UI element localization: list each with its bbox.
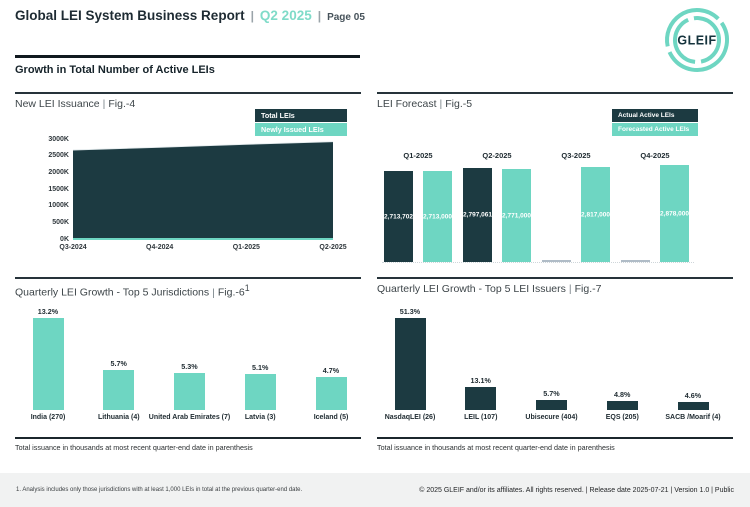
- fig5-bar-placeholder: [542, 260, 571, 262]
- fig7-value-label: 4.6%: [668, 391, 718, 400]
- fig4-y-tick: 3000K: [23, 136, 69, 143]
- footnote-text: 1. Analysis includes only those jurisdic…: [16, 487, 302, 493]
- legend-label: Newly Issued LEIs: [261, 125, 324, 134]
- fig4-y-tick: 500K: [23, 219, 69, 226]
- header-separator: |: [251, 9, 254, 23]
- fig7-value-label: 5.7%: [527, 389, 577, 398]
- fig5-bar-group: Q1-2025 2,713,702 2,713,000: [384, 151, 452, 262]
- fig5-bar-value: 2,817,000: [581, 211, 610, 218]
- fig5-quarter-label: Q2-2025: [463, 151, 531, 160]
- header-separator: |: [318, 9, 321, 23]
- fig5-bar-forecast: 2,878,000: [660, 165, 689, 262]
- fig4-y-tick: 1000K: [23, 202, 69, 209]
- fig6-bar: [245, 374, 276, 410]
- fig5-bar-group: Q3-2025 2,817,000: [542, 151, 610, 262]
- gleif-logo-rings: GLEIF: [663, 6, 731, 74]
- panel-rule: [377, 277, 733, 279]
- panel-fig4: New LEI Issuance|Fig.-4 Total LEIs Newly…: [15, 92, 361, 274]
- fig5-bar-forecast: 2,771,000: [502, 169, 531, 262]
- panel-bottom-rule: [377, 437, 733, 439]
- fig6-bar: [174, 373, 205, 410]
- gleif-logo-text: GLEIF: [677, 34, 716, 48]
- legend-label: Total LEIs: [261, 111, 295, 120]
- fig5-quarter-label: Q1-2025: [384, 151, 452, 160]
- fig4-y-tick: 1500K: [23, 186, 69, 193]
- fig6-footnote-marker: 1: [245, 283, 250, 293]
- fig7-bar: [607, 401, 638, 410]
- fig5-bar-forecast: 2,817,000: [581, 167, 610, 262]
- fig5-legend-actual: Actual Active LEIs: [612, 109, 698, 122]
- copyright-text: © 2025 GLEIF and/or its affiliates. All …: [419, 487, 734, 494]
- fig4-x-tick: Q4-2024: [130, 244, 190, 251]
- fig4-y-tick: 0K: [23, 236, 69, 243]
- page-number: Page 05: [327, 12, 365, 23]
- fig5-bar-placeholder: [621, 260, 650, 262]
- fig7-note: Total issuance in thousands at most rece…: [377, 443, 615, 452]
- fig7-bar: [395, 318, 426, 410]
- fig6-value-label: 5.7%: [94, 359, 144, 368]
- fig5-bar-actual: 2,797,061: [463, 168, 492, 262]
- report-header: Global LEI System Business Report | Q2 2…: [15, 8, 365, 23]
- panel-rule: [377, 92, 733, 94]
- fig6-value-label: 13.2%: [23, 307, 73, 316]
- fig5-bar-actual: 2,713,702: [384, 171, 413, 262]
- fig7-value-label: 51.3%: [385, 307, 435, 316]
- fig4-legend-total: Total LEIs: [255, 109, 347, 122]
- fig4-x-tick: Q2-2025: [303, 244, 363, 251]
- fig5-title: LEI Forecast|Fig.-5: [377, 98, 472, 110]
- fig7-title: Quarterly LEI Growth - Top 5 LEI Issuers…: [377, 283, 601, 295]
- fig4-title: New LEI Issuance|Fig.-4: [15, 98, 135, 110]
- fig6-value-label: 4.7%: [306, 366, 356, 375]
- fig4-area-0: [73, 142, 333, 240]
- panel-fig5: LEI Forecast|Fig.-5 Actual Active LEIs F…: [377, 92, 733, 274]
- fig5-legend-forecast: Forecasted Active LEIs: [612, 123, 698, 136]
- fig7-bar: [536, 400, 567, 410]
- fig5-quarter-label: Q3-2025: [542, 151, 610, 160]
- panel-bottom-rule: [15, 437, 361, 439]
- fig7-value-label: 13.1%: [456, 376, 506, 385]
- fig7-bar: [678, 402, 709, 410]
- fig6-bar: [103, 370, 134, 410]
- fig6-bar: [316, 377, 347, 410]
- header-rule: [15, 55, 360, 58]
- fig4-x-tick: Q3-2024: [43, 244, 103, 251]
- fig5-baseline: [382, 262, 694, 263]
- fig7-bar: [465, 387, 496, 410]
- report-page: Global LEI System Business Report | Q2 2…: [0, 0, 750, 507]
- fig5-bar-group: Q4-2025 2,878,000: [621, 151, 689, 262]
- fig5-bar-value: 2,797,061: [463, 212, 492, 219]
- fig5-bar-value: 2,713,702: [384, 213, 413, 220]
- fig5-bar-group: Q2-2025 2,797,061 2,771,000: [463, 151, 531, 262]
- fig4-y-tick: 2500K: [23, 152, 69, 159]
- panel-rule: [15, 277, 361, 279]
- legend-label: Actual Active LEIs: [618, 112, 674, 119]
- fig6-title: Quarterly LEI Growth - Top 5 Jurisdictio…: [15, 283, 250, 299]
- fig6-note: Total issuance in thousands at most rece…: [15, 443, 253, 452]
- panel-fig6: Quarterly LEI Growth - Top 5 Jurisdictio…: [15, 277, 361, 457]
- fig4-y-tick: 2000K: [23, 169, 69, 176]
- fig4-x-tick: Q1-2025: [216, 244, 276, 251]
- fig4-area-svg: [73, 140, 333, 240]
- panel-rule: [15, 92, 361, 94]
- fig7-value-label: 4.8%: [597, 390, 647, 399]
- fig5-bar-value: 2,713,000: [423, 213, 452, 220]
- fig6-bar: [33, 318, 64, 410]
- fig4-legend-newly: Newly Issued LEIs: [255, 123, 347, 136]
- panel-fig7: Quarterly LEI Growth - Top 5 LEI Issuers…: [377, 277, 733, 457]
- fig5-bar-value: 2,878,000: [660, 210, 689, 217]
- fig5-quarter-label: Q4-2025: [621, 151, 689, 160]
- fig6-value-label: 5.1%: [235, 363, 285, 372]
- gleif-logo: GLEIF: [663, 6, 731, 74]
- section-title: Growth in Total Number of Active LEIs: [15, 64, 215, 76]
- page-footer: 1. Analysis includes only those jurisdic…: [0, 473, 750, 507]
- fig4-area-1: [73, 238, 333, 240]
- fig6-category-label: Iceland (5): [287, 414, 375, 423]
- report-period: Q2 2025: [260, 8, 312, 23]
- fig5-bar-forecast: 2,713,000: [423, 171, 452, 262]
- fig7-category-label: SACB /Moarif (4): [649, 414, 737, 423]
- fig6-value-label: 5.3%: [165, 362, 215, 371]
- fig5-bar-value: 2,771,000: [502, 212, 531, 219]
- report-title: Global LEI System Business Report: [15, 8, 245, 23]
- legend-label: Forecasted Active LEIs: [618, 126, 689, 133]
